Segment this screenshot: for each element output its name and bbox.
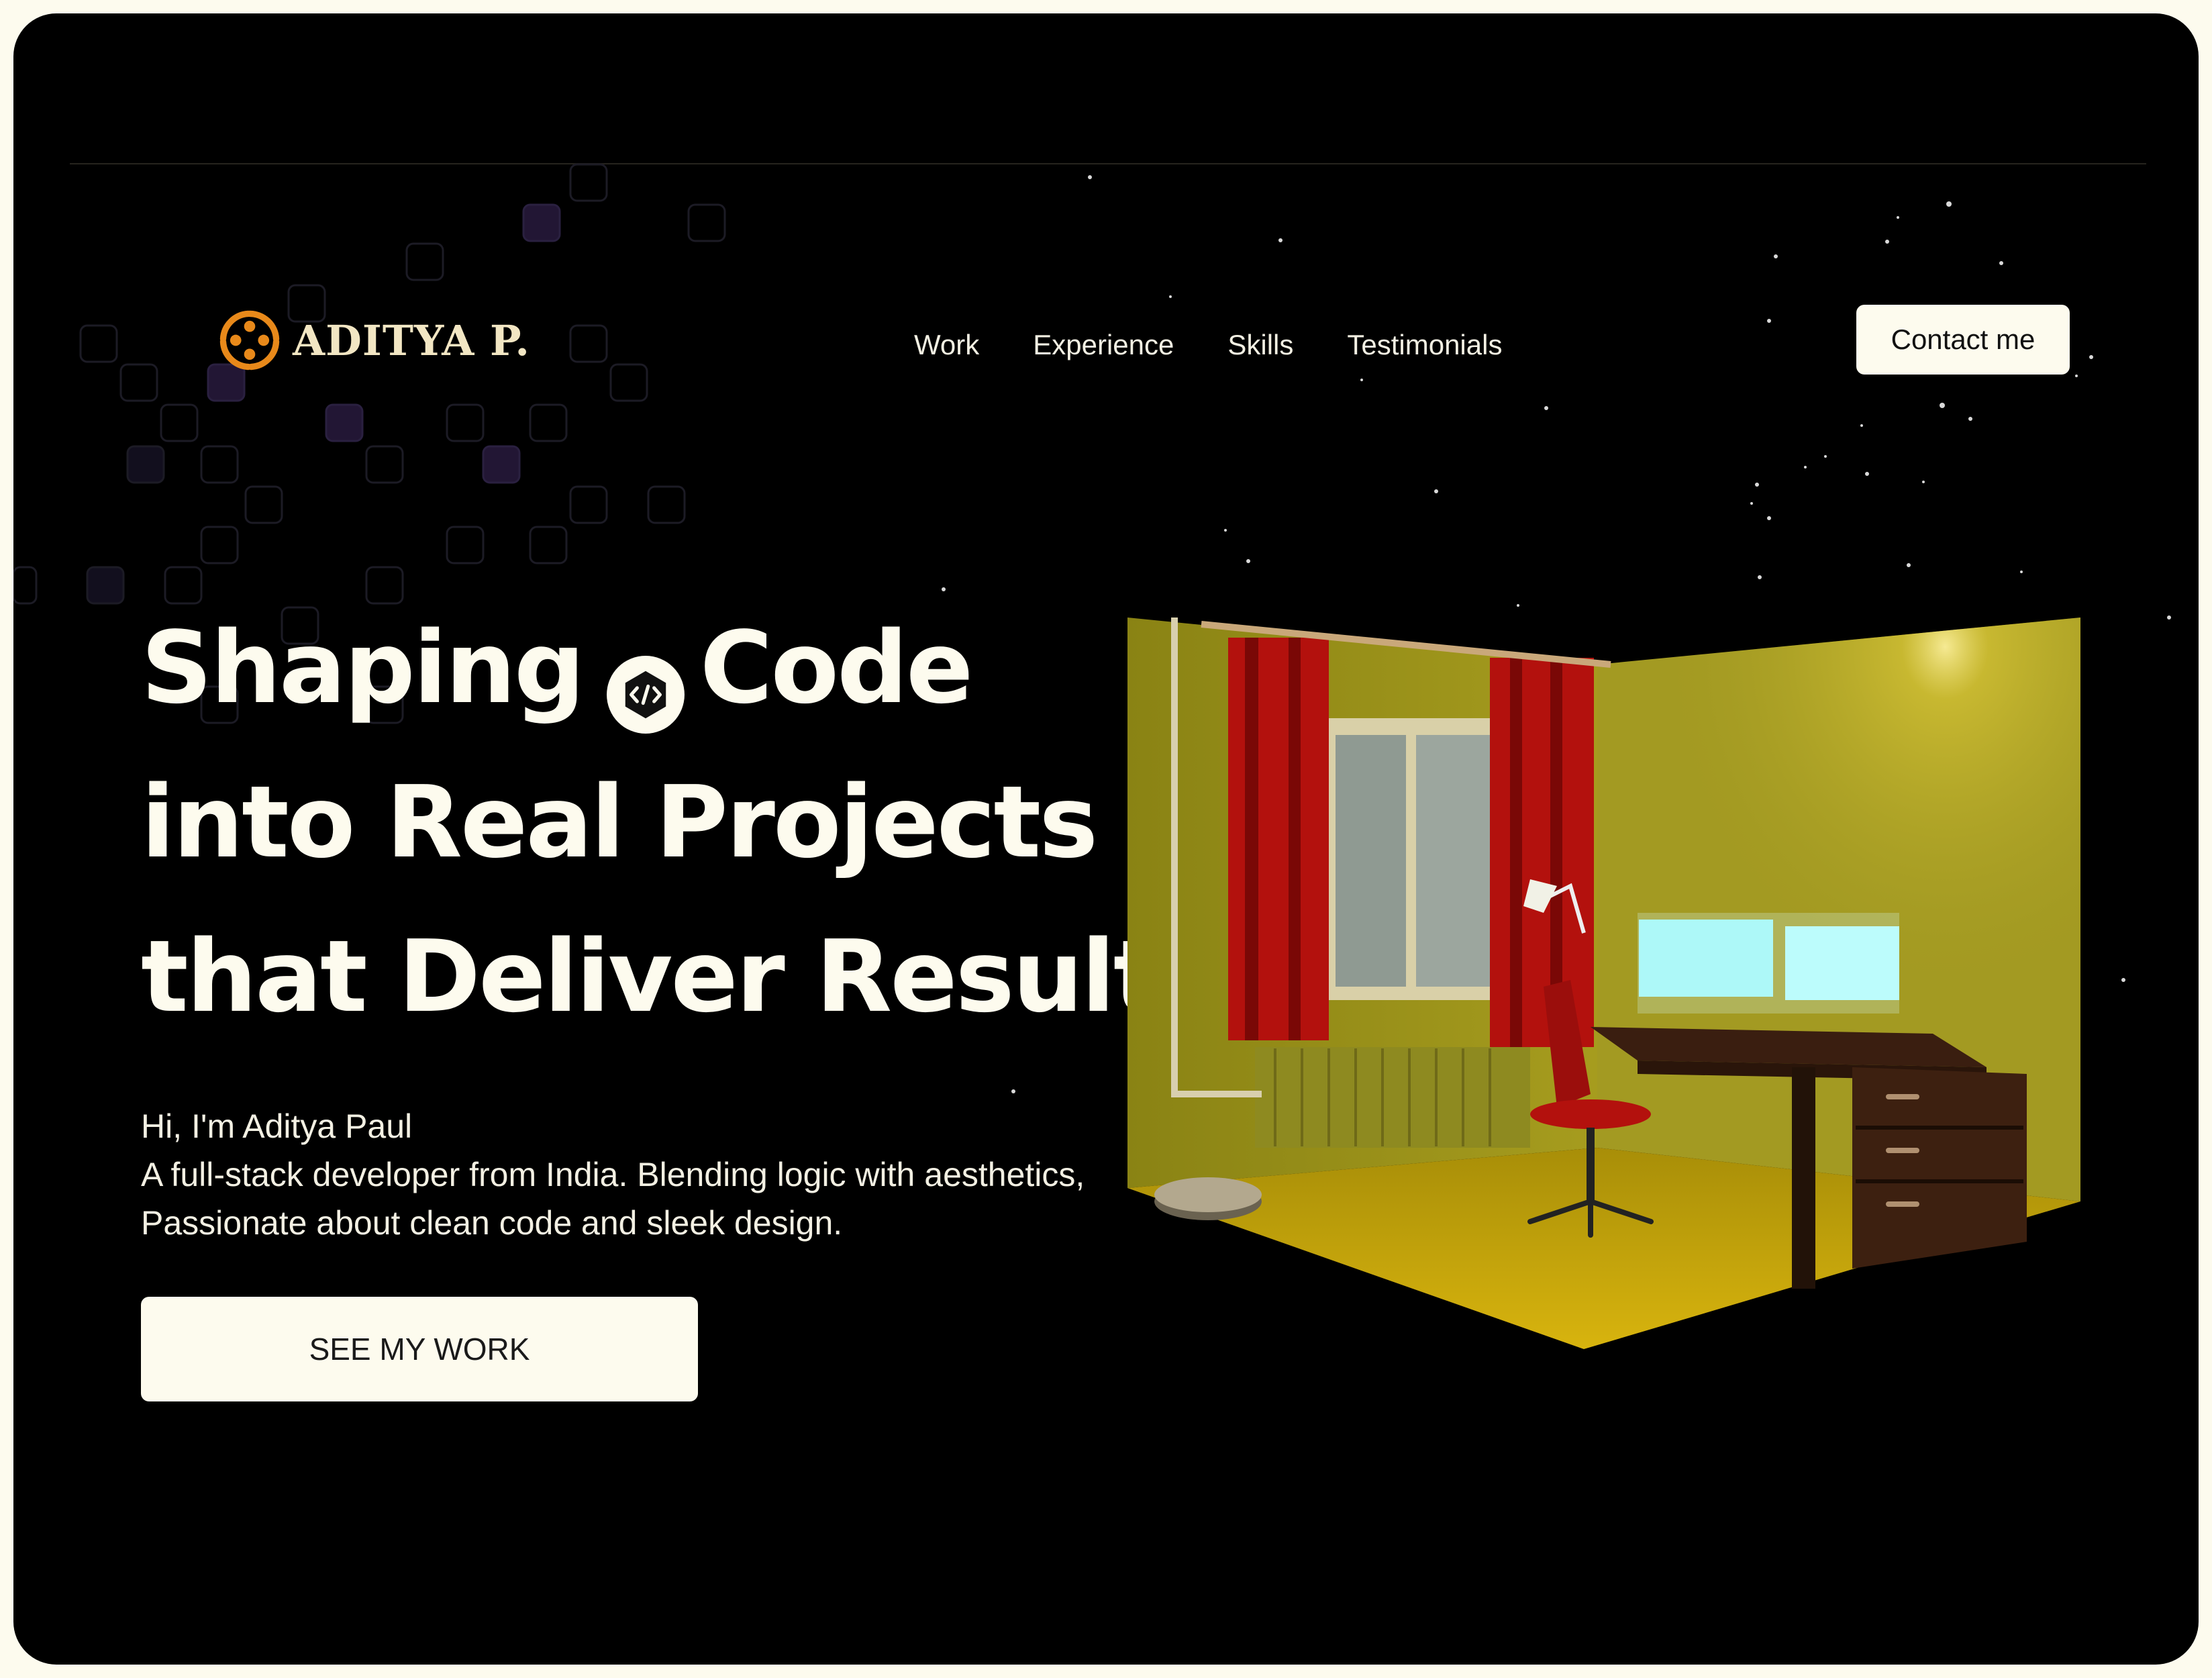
greeting-text: Hi, I'm Aditya Paul [141,1107,413,1145]
code-brackets-icon [603,626,688,734]
swirl-logo-icon [219,310,280,371]
brand-name: ADITYA P. [293,315,530,365]
bio-line-2: Passionate about clean code and sleek de… [141,1204,843,1242]
hero-headline: Shaping Code into Real Projects that Del… [141,591,1218,1054]
nav-link-testimonials[interactable]: Testimonials [1347,329,1502,361]
headline-line-1: Shaping Code [141,591,1216,745]
headline-word-code: Code [699,610,974,726]
main-nav: Work Experience Skills Testimonials [914,329,1502,361]
page-frame: ADITYA P. Work Experience Skills Testimo… [13,13,2199,1665]
see-my-work-button[interactable]: SEE MY WORK [141,1297,698,1401]
3d-room-illustration [1127,618,2080,1349]
nav-link-skills[interactable]: Skills [1227,329,1293,361]
contact-me-button[interactable]: Contact me [1856,305,2070,375]
headline-line-3: that Deliver Results [141,919,1218,1034]
hero-intro: Hi, I'm Aditya Paul A full-stack develop… [141,1102,1085,1247]
headline-word-shaping: Shaping [141,610,585,726]
nav-link-experience[interactable]: Experience [1033,329,1174,361]
headline-line-2: into Real Projects [141,764,1098,880]
bio-line-1: A full-stack developer from India. Blend… [141,1156,1085,1193]
nav-link-work[interactable]: Work [914,329,979,361]
brand-logo[interactable]: ADITYA P. [215,303,530,377]
